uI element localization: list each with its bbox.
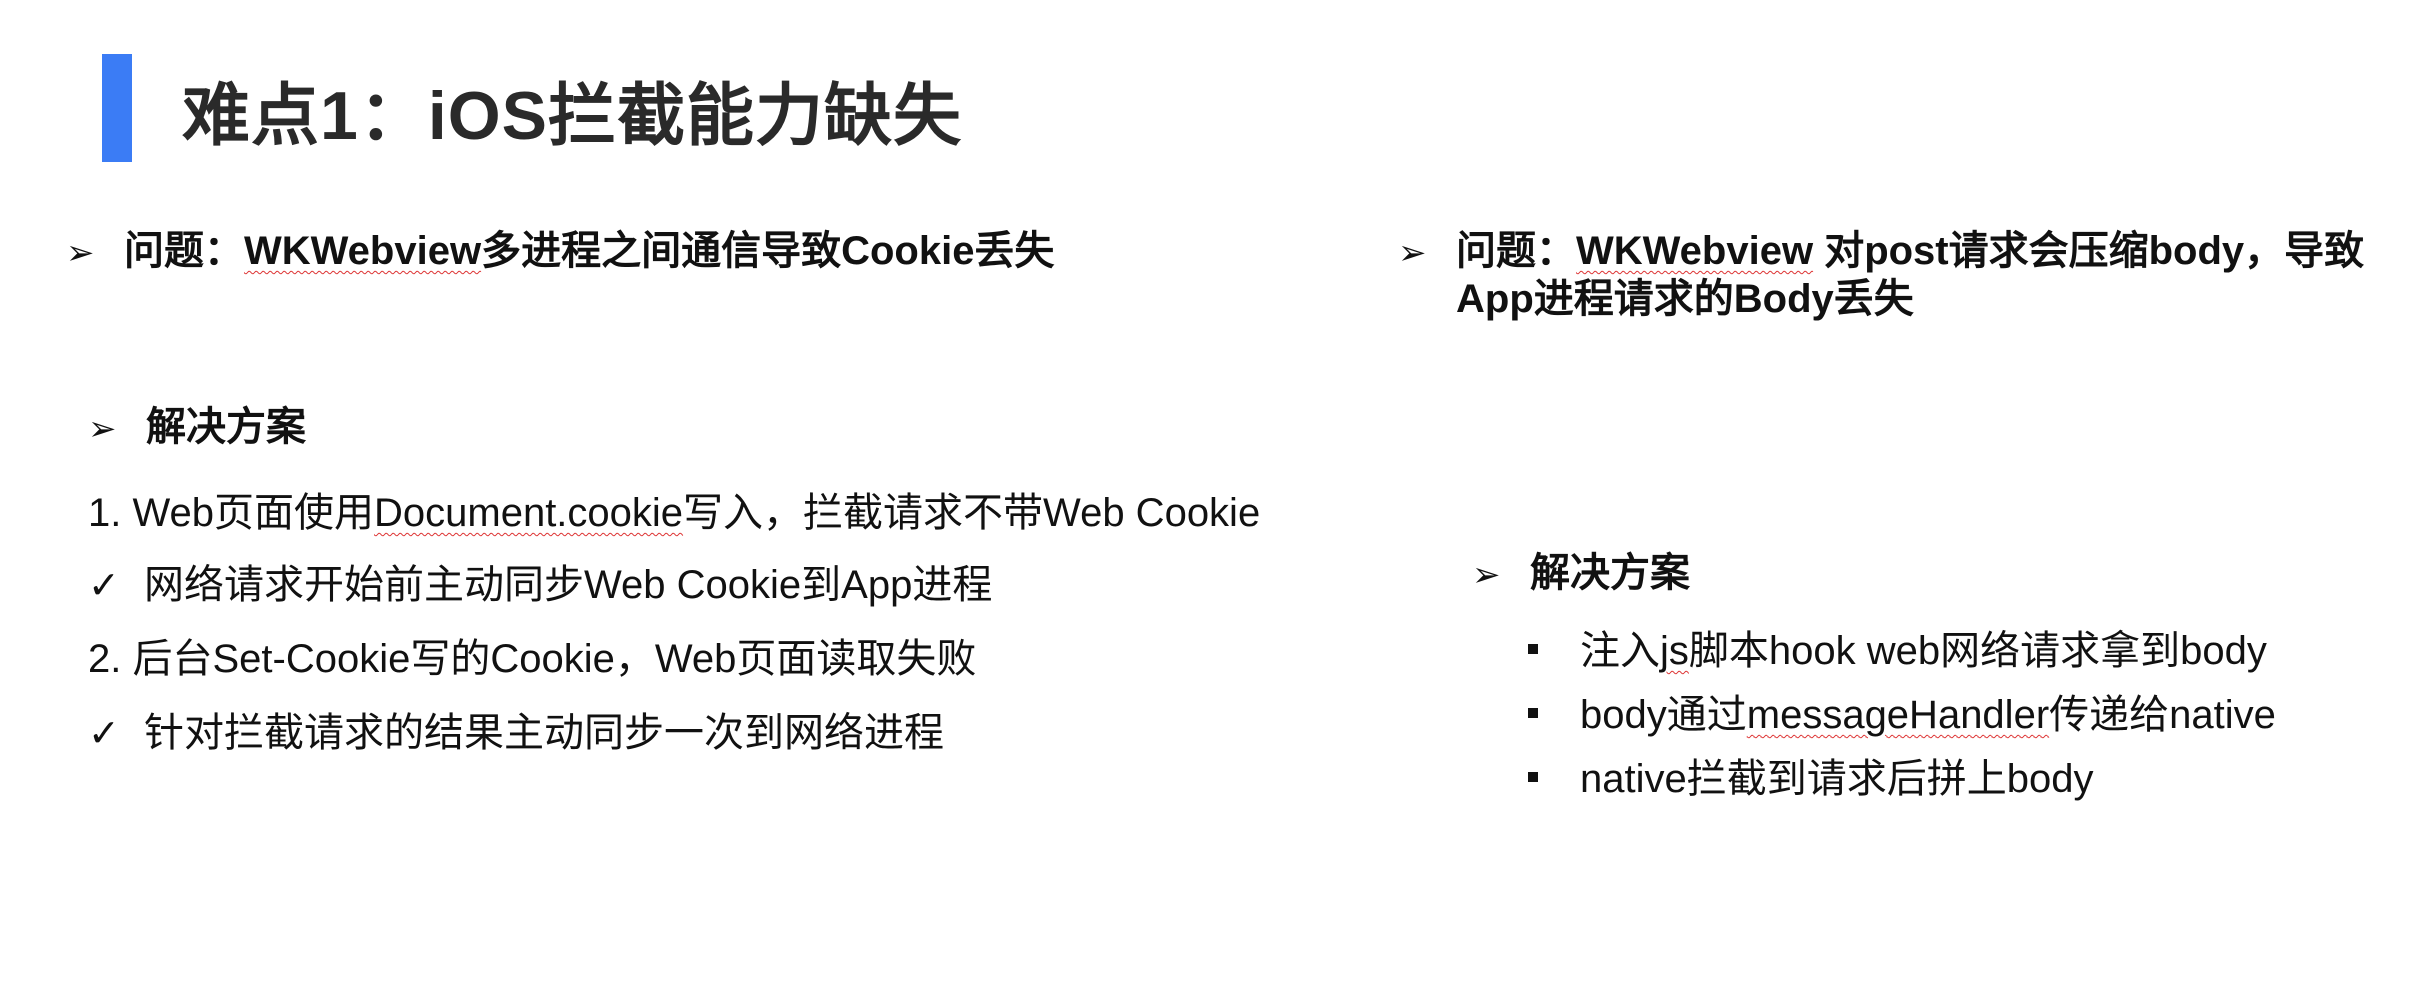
left-problem-rest: 多进程之间通信导致Cookie丢失	[481, 229, 1055, 273]
left-check-1: ✓ 网络请求开始前主动同步Web Cookie到App进程	[88, 552, 992, 610]
right-solution-label: 解决方案	[1530, 551, 1690, 595]
slide-title: 难点1：iOS拦截能力缺失	[182, 78, 962, 154]
right-bullet-1-a: 注入	[1580, 629, 1660, 673]
right-solution-heading: ➢ 解决方案	[1472, 540, 1690, 598]
left-problem-prefix: 问题：	[124, 229, 244, 273]
right-bullet-2-a: body通过	[1580, 693, 1747, 737]
left-check-2-text: 针对拦截请求的结果主动同步一次到网络进程	[144, 711, 944, 755]
square-bullet-icon	[1528, 644, 1538, 655]
square-bullet-icon	[1528, 772, 1538, 783]
right-bullet-1: 注入js脚本hook web网络请求拿到body	[1528, 618, 2267, 676]
left-item-1-b: Document.cookie	[374, 491, 684, 535]
arrow-bullet-icon: ➢	[1472, 556, 1501, 594]
check-icon: ✓	[88, 565, 120, 607]
left-item-1-a: 1. Web页面使用	[88, 491, 374, 535]
left-check-1-text: 网络请求开始前主动同步Web Cookie到App进程	[144, 563, 993, 607]
left-item-1-c: 写入，拦截请求不带Web Cookie	[683, 491, 1261, 535]
right-bullet-1-b: js	[1660, 629, 1689, 673]
arrow-bullet-icon: ➢	[1398, 234, 1427, 272]
right-bullet-1-c: 脚本hook web网络请求拿到body	[1688, 629, 2267, 673]
left-item-1: 1. Web页面使用Document.cookie写入，拦截请求不带Web Co…	[88, 480, 1260, 538]
left-solution-heading: ➢ 解决方案	[88, 394, 306, 452]
left-check-2: ✓ 针对拦截请求的结果主动同步一次到网络进程	[88, 700, 944, 758]
left-problem-brand: WKWebview	[244, 229, 482, 273]
arrow-bullet-icon: ➢	[88, 410, 117, 448]
left-item-2: 2. 后台Set-Cookie写的Cookie，Web页面读取失败	[88, 637, 977, 681]
left-problem: ➢ 问题：WKWebview多进程之间通信导致Cookie丢失	[66, 218, 1054, 276]
right-bullet-2-b: messageHandler	[1746, 693, 2050, 737]
title-accent-bar	[102, 54, 132, 162]
right-bullet-3: native拦截到请求后拼上body	[1528, 746, 2093, 804]
arrow-bullet-icon: ➢	[66, 234, 95, 272]
right-problem-line-2: App进程请求的Body丢失	[1456, 277, 1914, 321]
square-bullet-icon	[1528, 708, 1538, 719]
left-solution-label: 解决方案	[146, 405, 306, 449]
right-bullet-3-text: native拦截到请求后拼上body	[1580, 757, 2094, 801]
check-icon: ✓	[88, 713, 120, 755]
right-bullet-2: body通过messageHandler传递给native	[1528, 682, 2276, 740]
right-bullet-2-c: 传递给native	[2049, 693, 2276, 737]
